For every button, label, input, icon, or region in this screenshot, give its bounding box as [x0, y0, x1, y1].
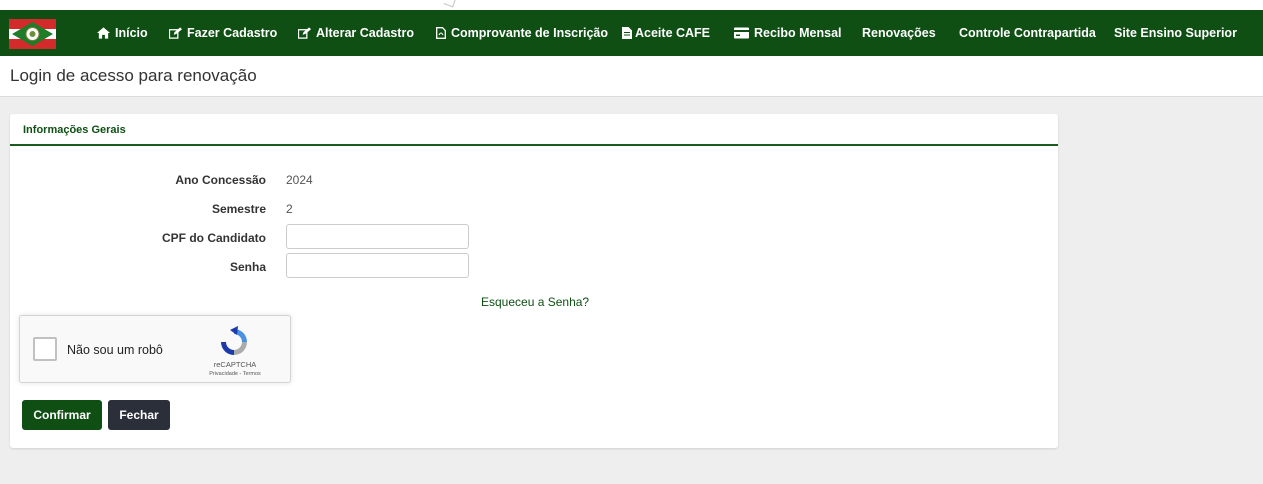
nav-item-recibo-mensal[interactable]: Recibo Mensal	[734, 10, 842, 56]
recaptcha-checkbox[interactable]	[33, 337, 57, 361]
nav-item-label: Site Ensino Superior	[1114, 26, 1237, 40]
cpf-input[interactable]	[286, 224, 469, 249]
nav-item-label: Recibo Mensal	[754, 26, 842, 40]
nav-item-label: Renovações	[862, 26, 936, 40]
recaptcha-logo-icon	[221, 326, 247, 355]
pdf-file-icon	[436, 27, 446, 39]
page-title: Login de acesso para renovação	[10, 66, 257, 85]
main-navbar: Início Fazer Cadastro Alterar Cadastro C…	[0, 10, 1263, 56]
confirm-button[interactable]: Confirmar	[22, 400, 102, 430]
cpf-label: CPF do Candidato	[162, 231, 266, 245]
nav-item-fazer-cadastro[interactable]: Fazer Cadastro	[169, 10, 277, 56]
nav-item-site-ensino-superior[interactable]: Site Ensino Superior	[1114, 10, 1237, 56]
nav-item-inicio[interactable]: Início	[97, 10, 148, 56]
panel-heading: Informações Gerais	[10, 114, 1058, 146]
nav-item-comprovante[interactable]: Comprovante de Inscrição	[436, 10, 608, 56]
recaptcha-widget: Não sou um robô reCAPTCHA Privacidade - …	[19, 315, 291, 383]
decorative-mark	[443, 0, 457, 8]
nav-item-label: Fazer Cadastro	[187, 26, 278, 40]
top-strip	[0, 0, 1263, 10]
nav-item-alterar-cadastro[interactable]: Alterar Cadastro	[298, 10, 414, 56]
file-icon	[622, 27, 632, 39]
nav-item-label: Controle Contrapartida	[959, 26, 1096, 40]
edit-icon	[169, 27, 182, 39]
page-header: Login de acesso para renovação	[0, 56, 1263, 97]
recaptcha-privacy-link[interactable]: Privacidade	[209, 371, 238, 377]
senha-input[interactable]	[286, 253, 469, 278]
nav-item-label: Início	[115, 26, 148, 40]
close-button[interactable]: Fechar	[108, 400, 170, 430]
nav-item-label: Aceite CAFE	[635, 26, 711, 40]
recaptcha-links: Privacidade - Termos	[209, 371, 261, 377]
recaptcha-label: Não sou um robô	[67, 343, 163, 357]
nav-item-renovacoes[interactable]: Renovações	[862, 10, 936, 56]
recaptcha-terms-link[interactable]: Termos	[243, 371, 261, 377]
ano-concessao-label: Ano Concessão	[175, 173, 266, 187]
senha-label: Senha	[229, 260, 266, 274]
forgot-password-link[interactable]: Esqueceu a Senha?	[481, 295, 589, 309]
credit-card-icon	[734, 27, 749, 39]
ano-concessao-value: 2024	[286, 173, 313, 187]
nav-item-aceite-cafe[interactable]: Aceite CAFE	[622, 10, 710, 56]
nav-item-label: Comprovante de Inscrição	[451, 26, 608, 40]
semestre-value: 2	[286, 202, 293, 216]
semestre-label: Semestre	[211, 202, 266, 216]
nav-item-label: Alterar Cadastro	[316, 26, 414, 40]
nav-item-controle-contrapartida[interactable]: Controle Contrapartida	[959, 10, 1096, 56]
edit-icon	[298, 27, 311, 39]
home-icon	[97, 27, 110, 39]
general-info-panel: Informações Gerais Ano Concessão 2024 Se…	[10, 114, 1058, 448]
recaptcha-brand: reCAPTCHA	[213, 360, 257, 369]
